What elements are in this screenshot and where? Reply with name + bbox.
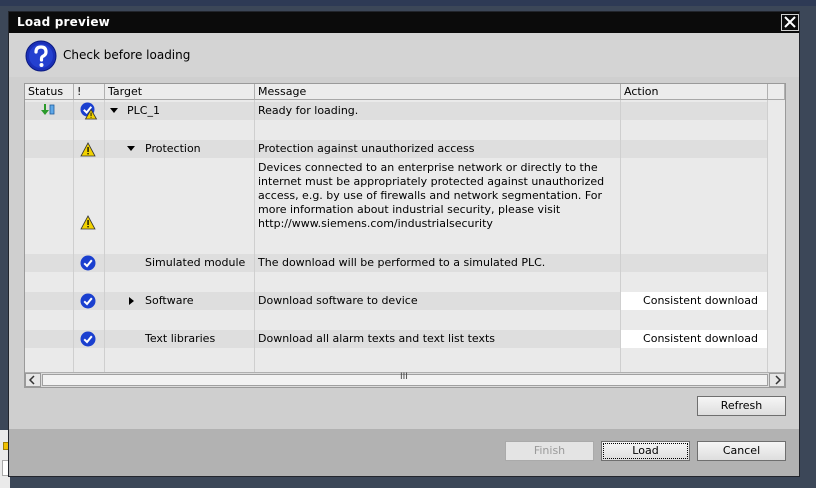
collapse-toggle[interactable] [110,108,118,113]
load-button[interactable]: Load [601,441,690,461]
chevron-left-icon [28,375,35,385]
chevron-right-icon [775,375,782,385]
check-warning-icon [80,102,98,120]
scroll-thumb[interactable]: III [42,372,768,386]
expand-toggle[interactable] [129,297,134,305]
check-icon [80,331,96,347]
scroll-thumb-grip: III [400,372,408,382]
footer-panel: Finish Load Cancel [9,429,799,476]
column-header-action[interactable]: Action [621,84,768,100]
finish-button[interactable]: Finish [505,441,594,461]
target-simulated-module: Simulated module [145,256,246,269]
column-header-warning[interactable]: ! [74,84,105,100]
close-button[interactable] [781,14,799,31]
target-text-libraries: Text libraries [145,332,216,345]
download-status-icon [41,104,55,115]
target-protection: Protection [145,142,201,155]
close-icon [784,16,796,28]
column-header-message[interactable]: Message [255,84,621,100]
message-plc1: Ready for loading. [258,104,359,117]
message-simulated-module: The download will be performed to a simu… [258,256,546,269]
collapse-toggle[interactable] [127,146,135,151]
column-header-target[interactable]: Target [105,84,255,100]
column-header-filler [768,84,785,100]
header-text: Check before loading [63,48,191,62]
message-security-info: Devices connected to an enterprise netwo… [258,161,605,230]
action-dropdown[interactable]: Consistent download [621,292,767,310]
check-icon [80,255,96,271]
cancel-button[interactable]: Cancel [697,441,786,461]
scroll-right-button[interactable] [769,373,785,387]
target-software: Software [145,294,194,307]
scroll-left-button[interactable] [25,373,41,387]
warning-icon [80,215,96,230]
message-software: Download software to device [258,294,418,307]
load-preview-grid: Status ! Target Message Action PLC_1 Rea… [24,83,786,388]
background-strip [0,0,816,6]
warning-icon [80,142,96,157]
header-panel: Check before loading [9,33,799,77]
message-text-libraries: Download all alarm texts and text list t… [258,332,496,345]
target-plc1: PLC_1 [127,104,160,117]
check-icon [80,293,96,309]
titlebar[interactable]: Load preview [9,12,799,33]
load-preview-dialog: Load preview Check before loading Status… [8,11,800,477]
message-protection: Protection against unauthorized access [258,142,475,155]
question-icon [25,40,57,72]
window-title: Load preview [17,15,110,29]
refresh-button[interactable]: Refresh [697,396,786,416]
action-dropdown[interactable]: Consistent download [621,330,767,348]
column-header-status[interactable]: Status [25,84,74,100]
horizontal-scrollbar[interactable]: III [25,372,785,387]
